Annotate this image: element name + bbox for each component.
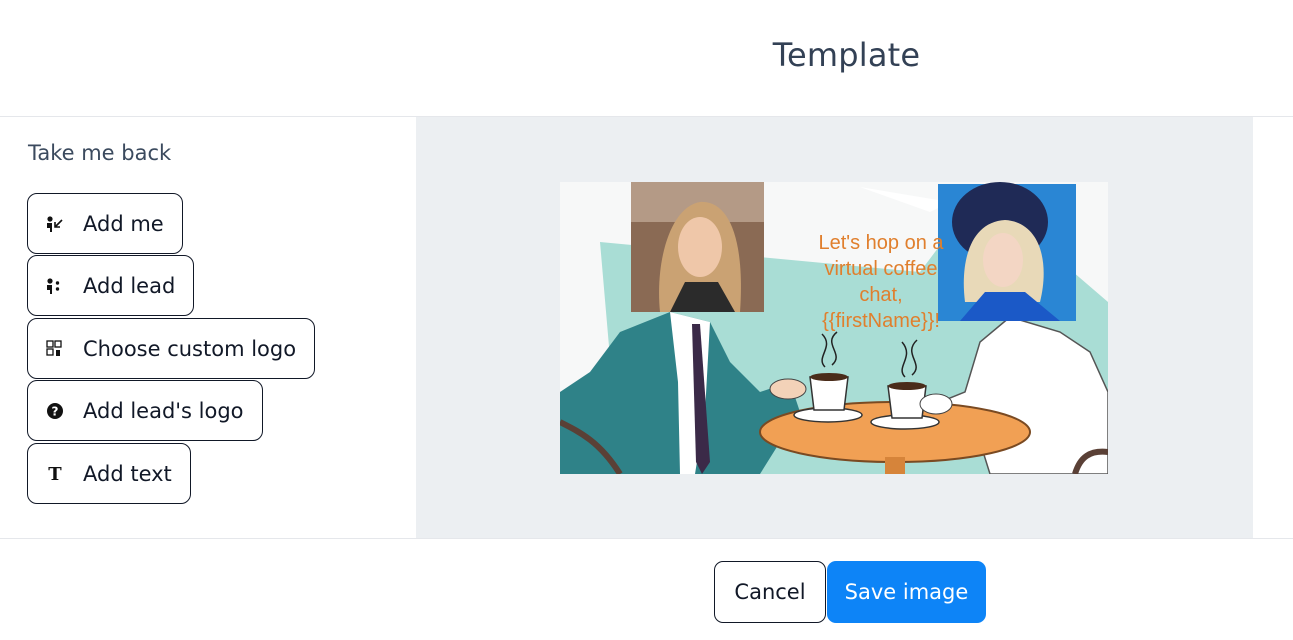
add-leads-logo-label: Add lead's logo bbox=[83, 398, 244, 423]
add-me-label: Add me bbox=[83, 211, 164, 236]
overlay-line-4: {{firstName}}! bbox=[822, 310, 940, 332]
grid-logo-icon bbox=[45, 339, 65, 359]
canvas-area: Let's hop on a virtual coffee chat, {{fi… bbox=[416, 117, 1253, 538]
header-bar: Template bbox=[0, 0, 1293, 117]
page-title: Template bbox=[772, 36, 921, 74]
overlay-line-2: virtual coffee bbox=[824, 258, 938, 280]
overlay-line-1: Let's hop on a bbox=[818, 232, 944, 254]
add-me-button[interactable]: Add me bbox=[27, 193, 183, 254]
svg-text:T: T bbox=[48, 464, 62, 484]
overlay-line-3: chat, bbox=[859, 284, 903, 306]
take-me-back-link[interactable]: Take me back bbox=[28, 141, 171, 165]
choose-custom-logo-button[interactable]: Choose custom logo bbox=[27, 318, 316, 379]
choose-custom-logo-label: Choose custom logo bbox=[83, 336, 297, 361]
svg-text:?: ? bbox=[52, 404, 59, 418]
preview-overlay-text[interactable]: Let's hop on a virtual coffee chat, {{fi… bbox=[756, 230, 1006, 334]
add-lead-button[interactable]: Add lead bbox=[27, 255, 195, 316]
person-arrow-icon bbox=[45, 214, 65, 234]
text-t-icon: T bbox=[45, 464, 65, 484]
tool-sidebar: Take me back Add me Add lead Choose cust… bbox=[0, 117, 416, 538]
add-leads-logo-button[interactable]: ? Add lead's logo bbox=[27, 380, 263, 441]
save-image-button[interactable]: Save image bbox=[827, 561, 986, 623]
question-circle-icon: ? bbox=[45, 401, 65, 421]
person-lead-icon bbox=[45, 276, 65, 296]
template-preview-image[interactable]: Let's hop on a virtual coffee chat, {{fi… bbox=[560, 182, 1108, 474]
cancel-button[interactable]: Cancel bbox=[714, 561, 826, 623]
add-lead-label: Add lead bbox=[83, 273, 176, 298]
add-text-button[interactable]: T Add text bbox=[27, 443, 191, 504]
me-photo[interactable] bbox=[631, 182, 764, 312]
add-text-label: Add text bbox=[83, 461, 172, 486]
footer-divider bbox=[0, 538, 1293, 539]
